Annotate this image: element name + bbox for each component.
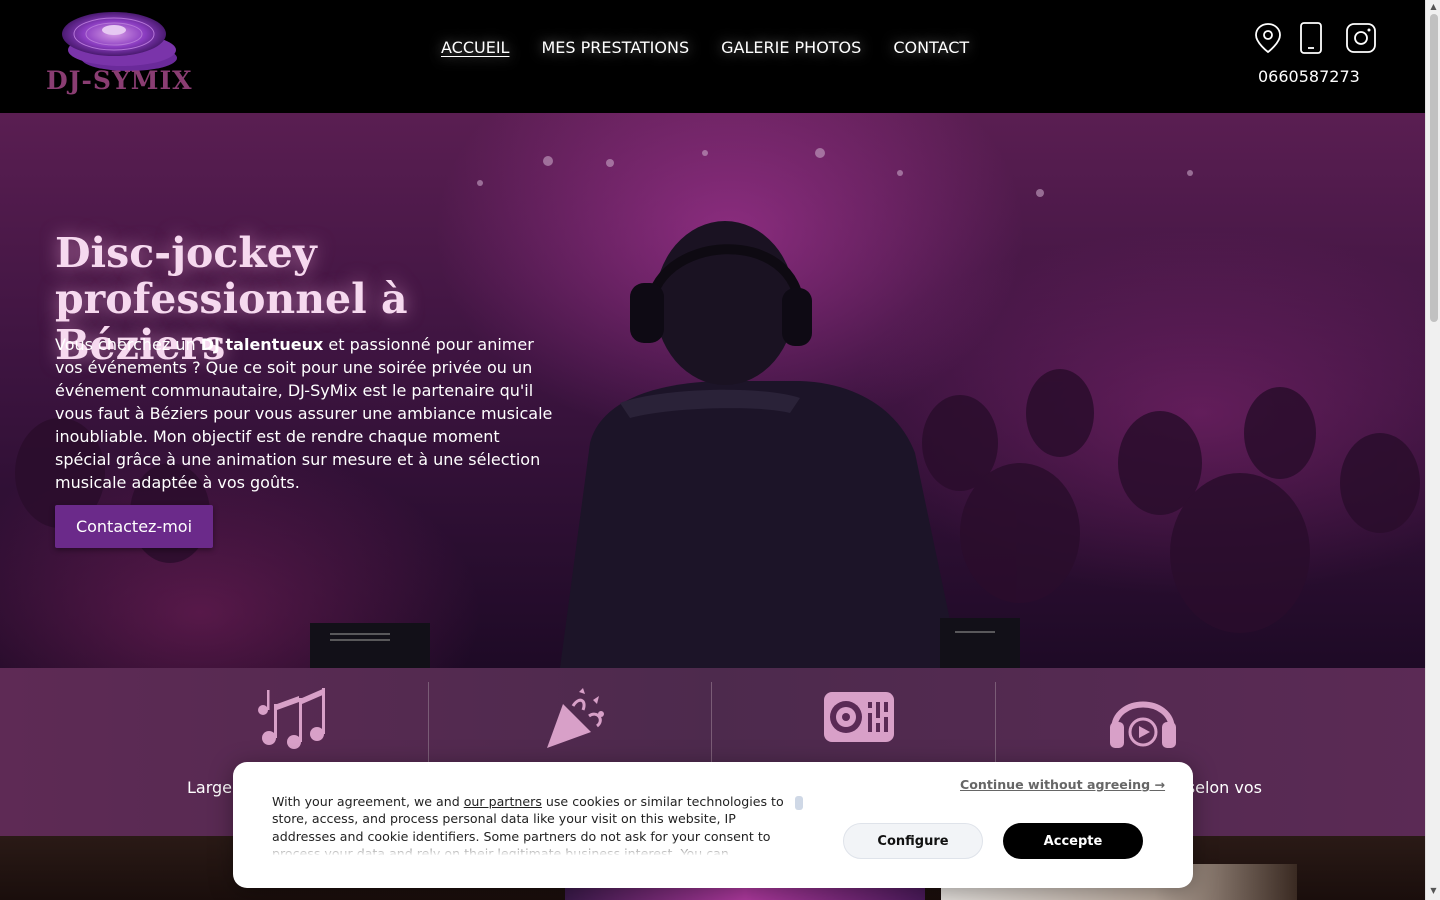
- hero-text-bold: DJ talentueux: [200, 335, 324, 354]
- hero-text-part2: et passionné pour animer vos événements …: [55, 335, 553, 492]
- turntable-icon: [822, 686, 896, 750]
- nav-item-galerie-photos[interactable]: GALERIE PHOTOS: [721, 38, 861, 57]
- hero-section: Disc-jockey professionnel à Béziers Vous…: [0, 113, 1425, 668]
- hero-text-part1: Vous cherchez un: [55, 335, 201, 354]
- header-phone[interactable]: 0660587273: [1258, 67, 1360, 86]
- nav-item-accueil[interactable]: ACCUEIL: [441, 38, 509, 57]
- cookie-text-part1: With your agreement, we and: [272, 794, 464, 809]
- headphones-play-icon: [1106, 686, 1180, 750]
- contact-me-button[interactable]: Contactez-moi: [55, 505, 213, 548]
- accept-button[interactable]: Accepte: [1003, 823, 1143, 859]
- instagram-icon[interactable]: [1345, 22, 1377, 54]
- cookie-consent-banner: Continue without agreeing → With your ag…: [233, 762, 1193, 888]
- smartphone-icon[interactable]: [1299, 22, 1331, 54]
- nav-item-contact[interactable]: CONTACT: [893, 38, 969, 57]
- cookie-text-scrollbar[interactable]: [795, 796, 803, 810]
- location-pin-icon[interactable]: [1253, 22, 1285, 54]
- cookie-text-fade: [272, 840, 792, 856]
- site-header: DJ-SYMIX ACCUEIL MES PRESTATIONS GALERIE…: [0, 0, 1425, 113]
- page-scrollbar[interactable]: ▲ ▼: [1425, 0, 1440, 900]
- scroll-up-arrow-icon[interactable]: ▲: [1429, 2, 1438, 11]
- nav-item-mes-prestations[interactable]: MES PRESTATIONS: [541, 38, 689, 57]
- continue-without-agreeing-link[interactable]: Continue without agreeing →: [960, 777, 1165, 792]
- logo-text[interactable]: DJ-SYMIX: [46, 66, 193, 95]
- party-popper-icon: [539, 686, 613, 750]
- hero-description: Vous cherchez un DJ talentueux et passio…: [55, 333, 560, 494]
- header-contact-icons: [1253, 22, 1377, 54]
- music-notes-icon: [255, 686, 329, 750]
- scrollbar-thumb[interactable]: [1430, 14, 1438, 322]
- our-partners-link[interactable]: our partners: [464, 794, 542, 809]
- configure-button[interactable]: Configure: [843, 823, 983, 859]
- main-nav: ACCUEIL MES PRESTATIONS GALERIE PHOTOS C…: [441, 38, 969, 57]
- scroll-down-arrow-icon[interactable]: ▼: [1429, 886, 1438, 895]
